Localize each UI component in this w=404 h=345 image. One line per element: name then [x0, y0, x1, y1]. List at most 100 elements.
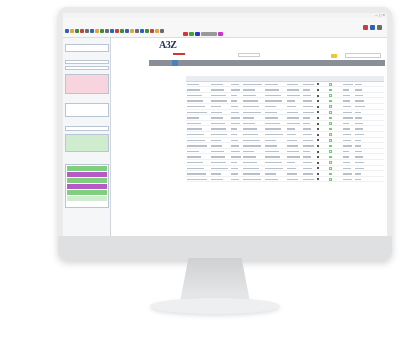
notification-icon[interactable] — [363, 25, 368, 30]
red-icon[interactable] — [183, 32, 188, 36]
cell-text-placeholder — [287, 111, 298, 114]
table-cell — [286, 154, 302, 159]
table-cell — [286, 177, 302, 182]
blue-icon[interactable] — [195, 32, 200, 36]
flag-icon[interactable] — [150, 29, 154, 33]
row-checkbox[interactable] — [328, 138, 342, 143]
column-header[interactable] — [354, 76, 366, 81]
column-header[interactable] — [286, 76, 302, 81]
check-icon[interactable] — [120, 29, 124, 33]
content-filter-list — [151, 70, 185, 100]
user-menu-icon[interactable] — [370, 25, 375, 30]
calendar-icon[interactable] — [145, 29, 149, 33]
column-header[interactable] — [210, 76, 230, 81]
tab-6[interactable] — [186, 60, 192, 66]
cell-text-placeholder — [231, 134, 238, 136]
global-search-input[interactable] — [345, 53, 381, 58]
cell-text-placeholder — [265, 122, 280, 125]
table-cell — [210, 166, 230, 171]
status-badge — [331, 54, 337, 58]
settings-icon[interactable] — [105, 29, 109, 33]
alert-icon[interactable] — [115, 29, 119, 33]
dropdown-field[interactable] — [201, 32, 217, 36]
tab-3[interactable] — [165, 60, 171, 66]
table-cell — [302, 138, 316, 143]
table-cell — [286, 171, 302, 176]
row-checkbox[interactable] — [328, 104, 342, 109]
table-cell — [210, 82, 230, 87]
filter-item[interactable] — [151, 95, 185, 100]
tools-icon[interactable] — [135, 29, 139, 33]
row-checkbox[interactable] — [328, 132, 342, 137]
tab-5[interactable] — [179, 60, 185, 66]
table-cell — [342, 126, 354, 131]
sidebar-list-box[interactable] — [65, 103, 109, 117]
sidebar-input-1[interactable] — [65, 60, 109, 64]
row-checkbox[interactable] — [328, 110, 342, 115]
sidebar-search-box[interactable] — [65, 44, 109, 52]
delete-icon[interactable] — [80, 29, 84, 33]
open-icon[interactable] — [70, 29, 74, 33]
new-icon[interactable] — [65, 29, 69, 33]
save-icon[interactable] — [75, 29, 79, 33]
lock-icon[interactable] — [155, 29, 159, 33]
color-list-item[interactable] — [67, 190, 107, 195]
row-checkbox[interactable] — [328, 160, 342, 165]
table-row[interactable] — [186, 177, 384, 183]
row-checkbox[interactable] — [328, 177, 342, 182]
cell-text-placeholder — [287, 145, 298, 147]
header-search-input[interactable] — [238, 53, 260, 57]
cell-text-placeholder — [243, 178, 262, 181]
row-checkbox[interactable] — [328, 115, 342, 120]
color-list-item[interactable] — [67, 166, 107, 171]
cell-text-placeholder — [243, 106, 260, 108]
row-checkbox[interactable] — [328, 82, 342, 87]
tab-4-active[interactable] — [172, 60, 178, 66]
table-cell — [242, 87, 264, 92]
color-list-item[interactable] — [67, 196, 107, 201]
column-header[interactable] — [342, 76, 354, 81]
column-header[interactable] — [242, 76, 264, 81]
user-icon[interactable] — [125, 29, 129, 33]
row-checkbox[interactable] — [328, 126, 342, 131]
column-header[interactable] — [264, 76, 286, 81]
settings-gear-icon[interactable] — [377, 25, 382, 30]
star-icon[interactable] — [130, 29, 134, 33]
sidebar-input-2[interactable] — [65, 66, 109, 70]
row-checkbox[interactable] — [328, 154, 342, 159]
mail-icon[interactable] — [110, 29, 114, 33]
help-icon[interactable] — [160, 29, 164, 33]
row-checkbox[interactable] — [328, 87, 342, 92]
green-icon[interactable] — [189, 32, 194, 36]
column-header[interactable] — [302, 76, 316, 81]
sidebar-dropdown[interactable] — [65, 126, 109, 131]
row-checkbox[interactable] — [328, 121, 342, 126]
cell-text-placeholder — [265, 111, 277, 114]
row-checkbox[interactable] — [328, 166, 342, 171]
table-cell — [342, 132, 354, 137]
column-header[interactable] — [230, 76, 242, 81]
column-header[interactable] — [316, 76, 328, 81]
table-cell — [354, 87, 366, 92]
column-header[interactable] — [328, 76, 342, 81]
color-list-item[interactable] — [67, 184, 107, 189]
row-checkbox[interactable] — [328, 143, 342, 148]
tab-1[interactable] — [151, 60, 157, 66]
table-cell — [242, 115, 264, 120]
row-checkbox[interactable] — [328, 98, 342, 103]
copy-icon[interactable] — [90, 29, 94, 33]
print-icon[interactable] — [85, 29, 89, 33]
row-checkbox[interactable] — [328, 93, 342, 98]
refresh-icon[interactable] — [100, 29, 104, 33]
sidebar-green-panel[interactable] — [65, 134, 109, 152]
row-checkbox[interactable] — [328, 171, 342, 176]
sidebar-pink-panel[interactable] — [65, 74, 109, 94]
chart-icon[interactable] — [140, 29, 144, 33]
row-checkbox[interactable] — [328, 149, 342, 154]
tab-2[interactable] — [158, 60, 164, 66]
column-header[interactable] — [186, 76, 210, 81]
color-list-item[interactable] — [67, 178, 107, 183]
purple-icon[interactable] — [218, 32, 223, 36]
color-list-item[interactable] — [67, 172, 107, 177]
folder-icon[interactable] — [95, 29, 99, 33]
